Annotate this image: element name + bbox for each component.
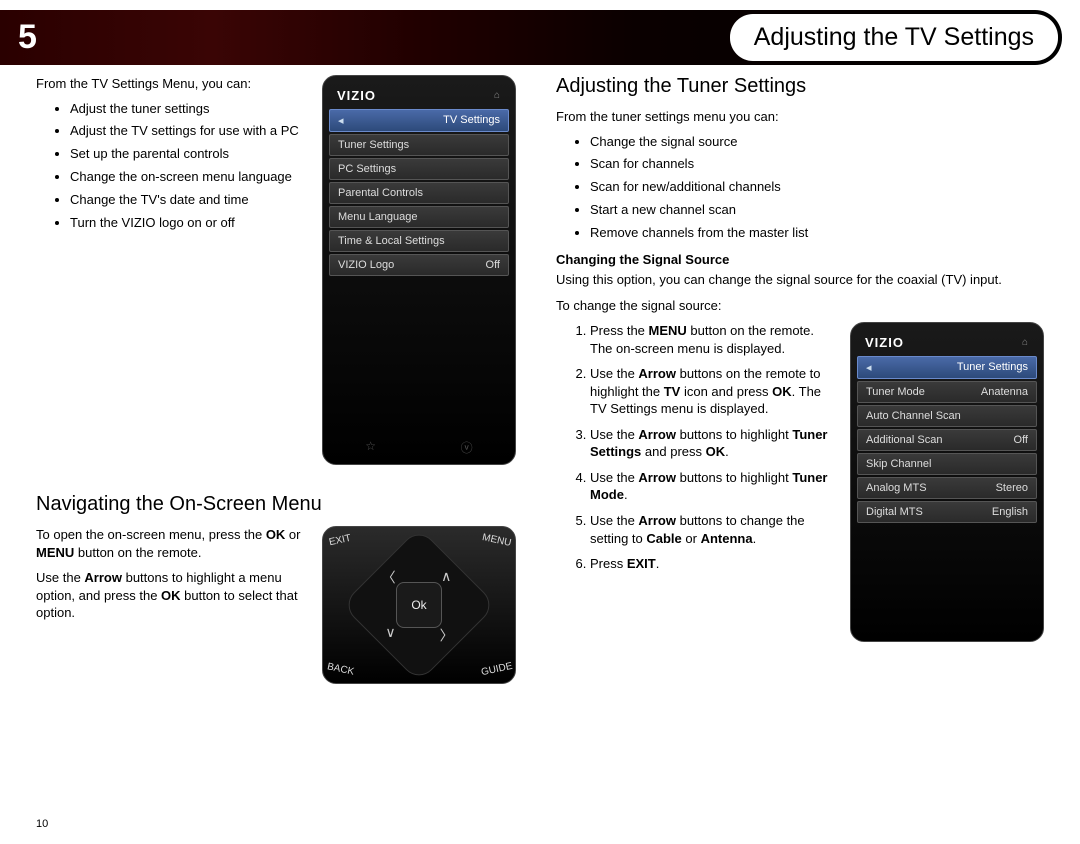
list-item: Change the TV's date and time: [70, 192, 306, 209]
intro-text: From the TV Settings Menu, you can:: [36, 75, 306, 93]
signal-paragraph: Using this option, you can change the si…: [556, 271, 1044, 289]
exit-label: EXIT: [328, 533, 352, 548]
guide-label: GUIDE: [481, 661, 514, 678]
wifi-icon: ⌂: [494, 90, 501, 101]
signal-steps: Press the MENU button on the remote. The…: [556, 322, 834, 573]
star-icon: ☆: [365, 439, 376, 456]
list-item: Scan for new/additional channels: [590, 179, 1044, 196]
signal-lead: To change the signal source:: [556, 297, 1044, 315]
tuner-intro: From the tuner settings menu you can:: [556, 108, 1044, 126]
list-item: Remove channels from the master list: [590, 225, 1044, 242]
chapter-title: Adjusting the TV Settings: [730, 14, 1058, 61]
step-item: Use the Arrow buttons to change the sett…: [590, 512, 834, 547]
list-item: Adjust the TV settings for use with a PC: [70, 123, 306, 140]
brand-label: VIZIO: [865, 335, 904, 350]
v-icon: ⓥ: [461, 439, 473, 456]
list-item: Set up the parental controls: [70, 146, 306, 163]
signal-source-heading: Changing the Signal Source: [556, 252, 1044, 267]
chapter-number: 5: [18, 18, 37, 57]
step-item: Use the Arrow buttons to highlight Tuner…: [590, 426, 834, 461]
tuner-heading: Adjusting the Tuner Settings: [556, 75, 1044, 98]
list-item: Scan for channels: [590, 156, 1044, 173]
menu-title: Tuner Settings: [957, 361, 1028, 374]
nav-paragraph-1: To open the on-screen menu, press the OK…: [36, 526, 306, 561]
arrow-down-icon: ∨: [385, 624, 395, 641]
remote-dpad-image: EXIT MENU BACK GUIDE Ok ∧ ∨ 〈 〉: [322, 526, 516, 684]
ok-button: Ok: [396, 582, 442, 628]
menu-title: TV Settings: [443, 114, 500, 127]
tv-settings-screenshot: VIZIO ⌂ TV Settings Tuner Settings PC Se…: [322, 75, 516, 465]
arrow-right-icon: 〉: [440, 625, 454, 645]
menu-label: MENU: [481, 532, 512, 549]
chapter-header: 5 Adjusting the TV Settings: [0, 10, 1062, 65]
step-item: Press the MENU button on the remote. The…: [590, 322, 834, 357]
brand-label: VIZIO: [337, 88, 376, 103]
step-item: Use the Arrow buttons on the remote to h…: [590, 365, 834, 418]
list-item: Start a new channel scan: [590, 202, 1044, 219]
arrow-left-icon: 〈: [382, 567, 396, 587]
step-item: Press EXIT.: [590, 555, 834, 573]
nav-paragraph-2: Use the Arrow buttons to highlight a men…: [36, 569, 306, 622]
list-item: Turn the VIZIO logo on or off: [70, 215, 306, 232]
list-item: Change the on-screen menu language: [70, 169, 306, 186]
step-item: Use the Arrow buttons to highlight Tuner…: [590, 469, 834, 504]
tv-settings-list: Adjust the tuner settings Adjust the TV …: [36, 101, 306, 232]
list-item: Adjust the tuner settings: [70, 101, 306, 118]
tuner-settings-screenshot: VIZIO ⌂ Tuner Settings Tuner ModeAnatenn…: [850, 322, 1044, 642]
list-item: Change the signal source: [590, 134, 1044, 151]
tuner-list: Change the signal source Scan for channe…: [556, 134, 1044, 242]
arrow-up-icon: ∧: [441, 568, 451, 585]
back-label: BACK: [326, 661, 355, 677]
wifi-icon: ⌂: [1022, 337, 1029, 348]
nav-heading: Navigating the On-Screen Menu: [36, 493, 526, 516]
page-number: 10: [36, 818, 48, 830]
